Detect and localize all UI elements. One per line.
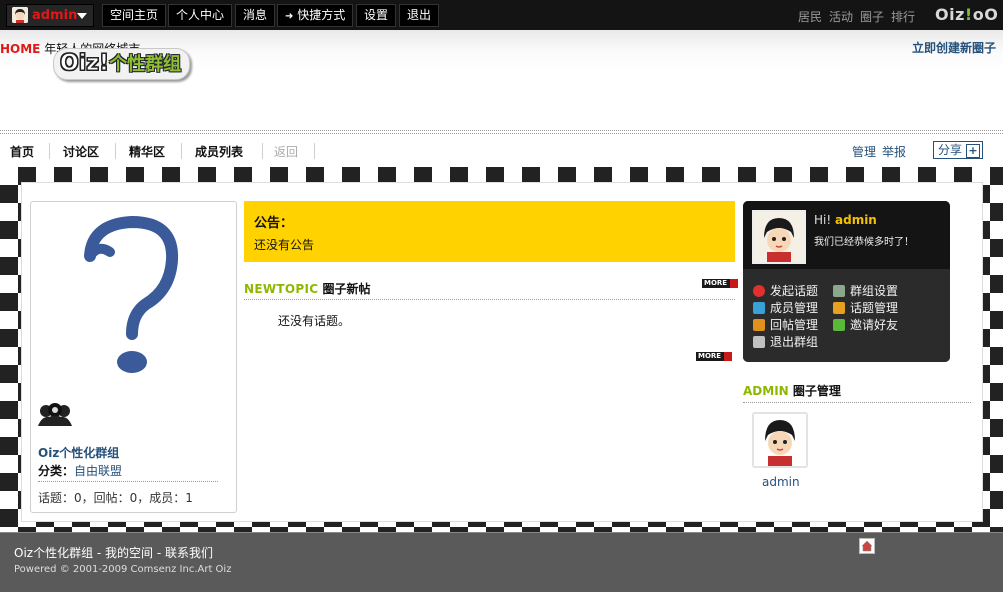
group-name-link[interactable]: Oiz个性化群组 bbox=[38, 444, 119, 461]
user-name: admin bbox=[32, 8, 78, 23]
link-ranking[interactable]: 排行 bbox=[891, 8, 915, 25]
action-group-settings[interactable]: 群组设置 bbox=[833, 282, 898, 299]
action-invite-friends[interactable]: 邀请好友 bbox=[833, 316, 898, 333]
header-divider-2 bbox=[0, 133, 1003, 134]
admin-avatar[interactable] bbox=[752, 412, 808, 468]
action-start-topic[interactable]: 发起话题 bbox=[753, 282, 818, 299]
reply-icon bbox=[753, 319, 765, 331]
group-avatar-question-icon bbox=[72, 212, 187, 383]
user-panel-name[interactable]: admin bbox=[835, 213, 877, 227]
more-button[interactable]: MORE bbox=[702, 279, 738, 288]
more-button[interactable]: MORE bbox=[696, 352, 732, 361]
action-reply-management[interactable]: 回帖管理 bbox=[753, 316, 818, 333]
divider bbox=[314, 143, 315, 159]
admin-divider bbox=[743, 402, 971, 403]
new-topic-heading: NEWTOPIC 圈子新帖 bbox=[244, 282, 371, 296]
footer-copyright: Powered © 2001-2009 Comsenz Inc.Art Oiz bbox=[14, 564, 232, 575]
manage-link[interactable]: 管理 bbox=[852, 143, 876, 160]
group-logo[interactable]: Oiz!个性群组 bbox=[53, 48, 191, 80]
greeting-line: Hi! admin bbox=[814, 213, 877, 227]
card-divider bbox=[38, 481, 218, 482]
share-button[interactable]: 分享 + bbox=[933, 141, 983, 159]
group-category: 分类：自由联盟 bbox=[38, 462, 122, 479]
divider bbox=[115, 143, 116, 159]
user-avatar-icon bbox=[12, 7, 28, 23]
create-circle-link[interactable]: 立即创建新圈子 bbox=[912, 39, 996, 56]
nav-logout[interactable]: 退出 bbox=[399, 4, 440, 27]
report-link[interactable]: 举报 bbox=[882, 143, 906, 160]
action-leave-group[interactable]: 退出群组 bbox=[753, 333, 818, 350]
notice-body: 还没有公告 bbox=[254, 238, 315, 252]
action-topic-management[interactable]: 话题管理 bbox=[833, 299, 898, 316]
nav-settings[interactable]: 设置 bbox=[356, 4, 397, 27]
category-label: 分类： bbox=[38, 464, 75, 478]
oiz-brand-logo[interactable]: Oiz!oO bbox=[935, 5, 998, 24]
notice-box bbox=[244, 201, 735, 262]
header-divider bbox=[0, 130, 1003, 131]
arrow-right-icon bbox=[730, 279, 738, 288]
arrow-right-icon: ➜ bbox=[285, 11, 294, 22]
nav-messages[interactable]: 消息 bbox=[235, 4, 276, 27]
group-stats: 话题：0，回帖：0，成员：1 bbox=[38, 491, 193, 505]
tab-back[interactable]: 返回 bbox=[274, 143, 298, 160]
tab-home[interactable]: 首页 bbox=[10, 143, 34, 160]
plus-icon: + bbox=[966, 144, 980, 158]
settings-icon bbox=[833, 285, 845, 297]
user-menu[interactable]: admin bbox=[6, 4, 94, 27]
greeting-text: 我们已经恭候多时了！ bbox=[814, 237, 914, 248]
link-activities[interactable]: 活动 bbox=[829, 8, 853, 25]
user-avatar[interactable] bbox=[752, 210, 806, 264]
divider bbox=[181, 143, 182, 159]
topic-divider bbox=[244, 299, 735, 300]
group-members-icon bbox=[37, 402, 73, 431]
tab-discussion[interactable]: 讨论区 bbox=[63, 143, 99, 160]
home-icon[interactable] bbox=[859, 538, 875, 554]
divider bbox=[49, 143, 50, 159]
nav-space-home[interactable]: 空间主页 bbox=[102, 4, 167, 27]
link-circles[interactable]: 圈子 bbox=[860, 8, 884, 25]
footer-links[interactable]: Oiz个性化群组 - 我的空间 - 联系我们 bbox=[14, 544, 213, 561]
tab-essence[interactable]: 精华区 bbox=[129, 143, 165, 160]
nav-shortcuts[interactable]: ➜ 快捷方式 bbox=[277, 4, 354, 27]
admin-heading: ADMIN 圈子管理 bbox=[743, 384, 841, 398]
category-link[interactable]: 自由联盟 bbox=[74, 464, 122, 478]
pencil-icon bbox=[833, 302, 845, 314]
admin-name-link[interactable]: admin bbox=[762, 475, 800, 489]
header: HOME 年轻人的网络城市 立即创建新圈子 bbox=[0, 30, 1003, 132]
chevron-down-icon bbox=[77, 13, 87, 19]
tab-member-list[interactable]: 成员列表 bbox=[195, 143, 243, 160]
notice-title: 公告： bbox=[254, 216, 294, 231]
members-icon bbox=[753, 302, 765, 314]
action-member-management[interactable]: 成员管理 bbox=[753, 299, 818, 316]
home-link[interactable]: HOME bbox=[0, 42, 40, 56]
divider bbox=[262, 143, 263, 159]
footer bbox=[0, 532, 1003, 592]
topic-empty-message: 还没有话题。 bbox=[278, 314, 351, 328]
link-residents[interactable]: 居民 bbox=[798, 8, 822, 25]
invite-icon bbox=[833, 319, 845, 331]
nav-personal-center[interactable]: 个人中心 bbox=[168, 4, 233, 27]
heart-icon bbox=[753, 285, 765, 297]
arrow-right-icon bbox=[724, 352, 732, 361]
exit-icon bbox=[753, 336, 765, 348]
